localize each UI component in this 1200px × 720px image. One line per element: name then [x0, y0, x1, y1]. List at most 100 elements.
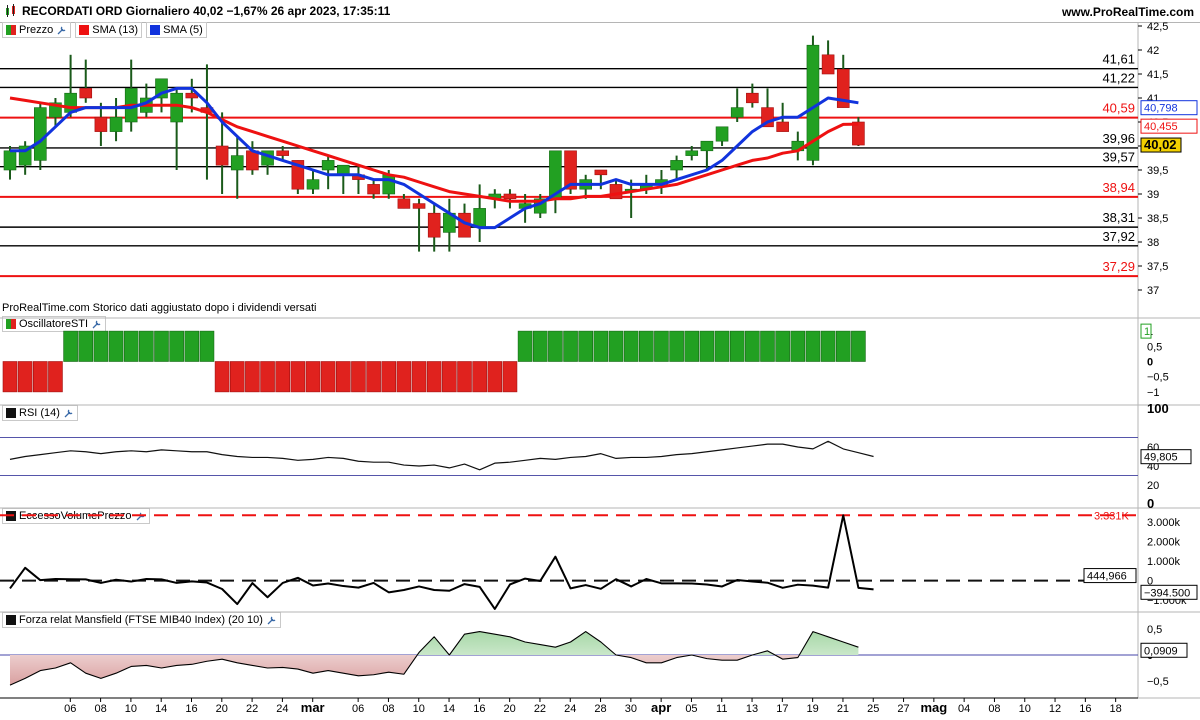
candle-body	[836, 68, 850, 108]
candle-body	[155, 78, 168, 99]
osc-bar	[532, 330, 548, 362]
legend-sma5[interactable]: SMA (5)	[146, 22, 207, 38]
rsi-tick-label: 100	[1147, 401, 1169, 416]
legend-sma5-label: SMA (5)	[163, 24, 203, 36]
evp-tick-label: 0	[1147, 576, 1153, 588]
candle-body	[488, 193, 502, 200]
candle-body	[321, 160, 335, 171]
sma5-price-tag: 40,798	[1144, 103, 1178, 115]
osc-tick-label: 0	[1147, 357, 1153, 369]
level-label: 40,59	[1102, 101, 1135, 116]
candle-body	[291, 160, 305, 190]
osc-bar	[684, 330, 700, 362]
x-tick-label: mag	[920, 700, 947, 715]
candle-body	[412, 203, 426, 209]
candle-body	[791, 140, 805, 152]
level-label: 39,57	[1102, 150, 1135, 165]
candle-body	[564, 150, 577, 190]
price-legend: Prezzo SMA (13) SMA (5)	[2, 22, 207, 38]
legend-evp[interactable]: EccessoVolumePrezzo	[2, 508, 150, 524]
wrench-icon[interactable]	[135, 511, 146, 522]
candles-logo-icon	[6, 4, 15, 17]
evp-tick-label: 2.000k	[1147, 536, 1181, 548]
last-price-tag: 40,02	[1144, 137, 1177, 152]
evp-tick-label: 3.000k	[1147, 517, 1181, 529]
evp-level-tag: 444,966	[1087, 571, 1127, 583]
candle-body	[261, 150, 274, 166]
candle-body	[276, 150, 290, 156]
legend-osc[interactable]: OscillatoreSTI	[2, 316, 107, 332]
candle-body	[518, 203, 532, 209]
legend-mansfield[interactable]: Forza relat Mansfield (FTSE MIB40 Index)…	[2, 612, 281, 628]
x-tick-label: 17	[776, 703, 788, 715]
candle-body	[3, 150, 17, 171]
legend-rsi[interactable]: RSI (14)	[2, 405, 78, 421]
legend-mansfield-label: Forza relat Mansfield (FTSE MIB40 Index)…	[19, 614, 263, 626]
legend-evp-label: EccessoVolumePrezzo	[19, 510, 132, 522]
evp-last-tag-box	[1140, 584, 1198, 600]
osc-bar	[245, 361, 260, 393]
x-tick-label: 24	[276, 703, 288, 715]
price-tick-label: 40,5	[1147, 117, 1168, 129]
osc-bar	[184, 330, 200, 362]
candle-body	[655, 179, 668, 185]
candle-body	[776, 121, 789, 132]
price-tick-label: 41,5	[1147, 69, 1168, 81]
evp-level-tag-box	[1083, 568, 1137, 584]
evp-line	[9, 514, 874, 610]
candle-body	[579, 179, 593, 190]
x-tick-label: 11	[716, 703, 727, 715]
osc-bar	[335, 361, 351, 393]
evp-tick-label: 1.000k	[1147, 556, 1181, 568]
price-tick-label: 38	[1147, 237, 1159, 249]
x-tick-label: 13	[746, 703, 758, 715]
candle-body	[94, 116, 108, 132]
wrench-icon[interactable]	[63, 408, 74, 419]
osc-bar	[442, 361, 457, 393]
osc-bar	[260, 361, 275, 393]
x-tick-label: mar	[301, 700, 325, 715]
price-tick-label: 37	[1147, 285, 1159, 297]
x-tick-label: 05	[685, 703, 697, 715]
wrench-icon[interactable]	[56, 25, 67, 36]
legend-price[interactable]: Prezzo	[2, 22, 72, 38]
x-tick-label: 08	[94, 703, 106, 715]
level-label: 38,31	[1102, 210, 1135, 225]
osc-bar	[2, 361, 18, 393]
mansfield-line	[9, 631, 859, 686]
evp-swatch	[6, 511, 16, 521]
osc-tick-label: 0,5	[1147, 341, 1162, 353]
rsi-tick-label: 40	[1147, 461, 1159, 473]
wrench-icon[interactable]	[266, 615, 277, 626]
candle-body	[185, 92, 199, 99]
chart-root: RECORDATI ORD Giornaliero 40,02 −1,67% 2…	[0, 0, 1200, 720]
wrench-icon[interactable]	[91, 319, 102, 330]
site-label[interactable]: www.ProRealTime.com	[1062, 5, 1194, 19]
candle-body	[427, 212, 441, 238]
osc-bar	[669, 330, 684, 362]
osc-bar	[472, 361, 487, 393]
osc-bar	[290, 361, 306, 393]
osc-bar	[48, 361, 63, 393]
x-tick-label: 16	[1079, 703, 1091, 715]
osc-bar	[78, 330, 94, 362]
candle-body	[49, 102, 62, 118]
footer-note-text: ProRealTime.com Storico dati aggiustato …	[2, 302, 317, 314]
x-tick-label: 08	[988, 703, 1000, 715]
rsi-tick-label: 60	[1147, 442, 1159, 454]
rsi-last-tag: 49,805	[1144, 452, 1178, 464]
osc-tick-label: −0,5	[1147, 372, 1169, 384]
candle-body	[124, 88, 138, 123]
rsi-line	[9, 440, 874, 471]
candle-body	[200, 107, 214, 113]
candle-body	[215, 145, 229, 166]
legend-sma13[interactable]: SMA (13)	[75, 22, 143, 38]
price-tick-label: 39,5	[1147, 165, 1168, 177]
footer-note: ProRealTime.com Storico dati aggiustato …	[2, 300, 316, 316]
candle-body	[64, 92, 77, 113]
sma5-price-tag-box	[1140, 100, 1198, 116]
legend-rsi-label: RSI (14)	[19, 407, 60, 419]
osc-bar	[714, 330, 730, 362]
candle-body	[700, 140, 714, 152]
candle-body	[715, 126, 729, 142]
